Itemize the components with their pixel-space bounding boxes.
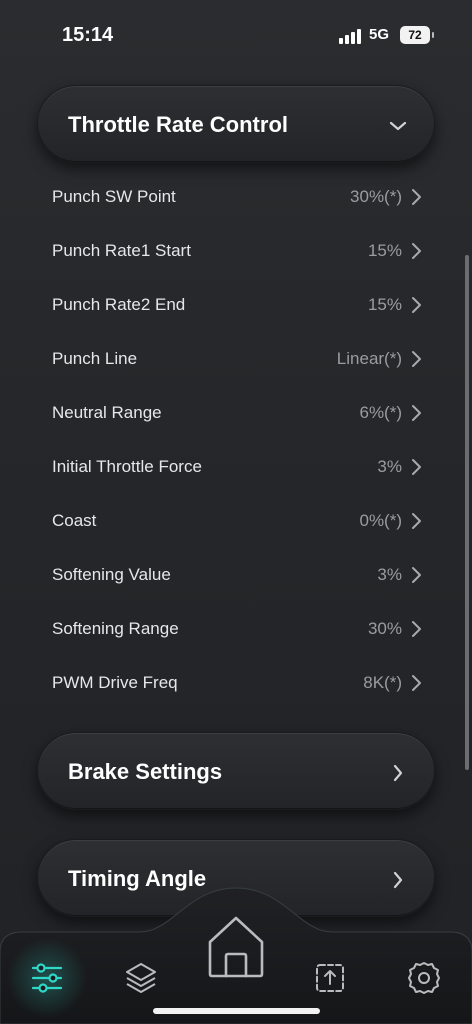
chevron-right-icon	[412, 243, 421, 259]
chevron-right-icon	[412, 513, 421, 529]
setting-value: 0%(*)	[359, 511, 402, 530]
setting-label: Neutral Range	[52, 403, 162, 422]
chevron-right-icon	[412, 459, 421, 475]
setting-label: Softening Range	[52, 619, 179, 638]
setting-value: 15%	[367, 295, 402, 314]
setting-row[interactable]: Coast 0%(*)	[0, 494, 472, 548]
brake-settings-section[interactable]: Brake Settings	[37, 732, 435, 810]
setting-row[interactable]: Softening Value 3%	[0, 548, 472, 602]
setting-value: 8K(*)	[363, 673, 402, 692]
setting-row[interactable]: Punch Line Linear(*)	[0, 332, 472, 386]
setting-label: Punch Rate1 Start	[52, 241, 191, 260]
gear-icon[interactable]	[402, 956, 446, 1000]
setting-row[interactable]: Initial Throttle Force 3%	[0, 440, 472, 494]
signal-icon	[339, 28, 363, 44]
scrollbar[interactable]	[465, 255, 469, 770]
setting-value: 3%	[377, 457, 402, 476]
chevron-right-icon	[412, 567, 421, 583]
setting-value: 3%	[377, 565, 402, 584]
section-title: Throttle Rate Control	[68, 112, 288, 137]
setting-label: Punch SW Point	[52, 187, 176, 206]
home-indicator[interactable]	[153, 1008, 320, 1014]
chevron-right-icon	[393, 764, 403, 782]
chevron-down-icon	[389, 121, 407, 131]
setting-label: PWM Drive Freq	[52, 673, 178, 692]
section-title: Brake Settings	[68, 759, 223, 784]
setting-value: 6%(*)	[359, 403, 402, 422]
setting-label: Initial Throttle Force	[52, 457, 202, 476]
setting-row[interactable]: Punch Rate1 Start 15%	[0, 224, 472, 278]
setting-row[interactable]: Punch SW Point 30%(*)	[0, 170, 472, 224]
chevron-right-icon	[412, 621, 421, 637]
setting-value: 30%(*)	[350, 187, 402, 206]
chevron-right-icon	[412, 297, 421, 313]
layers-icon[interactable]	[119, 956, 163, 1000]
battery-icon: 72	[400, 26, 434, 44]
network-type: 5G	[369, 26, 390, 43]
setting-label: Punch Line	[52, 349, 138, 368]
sliders-icon[interactable]	[25, 956, 69, 1000]
home-icon[interactable]	[206, 914, 266, 978]
setting-label: Coast	[52, 511, 97, 530]
status-bar: 15:14 5G 72	[0, 0, 472, 70]
upload-icon[interactable]	[308, 956, 352, 1000]
setting-label: Softening Value	[52, 565, 171, 584]
setting-value: 30%	[367, 619, 402, 638]
throttle-rate-control-section[interactable]: Throttle Rate Control	[37, 85, 435, 163]
chevron-right-icon	[412, 189, 421, 205]
setting-value: Linear(*)	[336, 349, 402, 368]
chevron-right-icon	[412, 351, 421, 367]
setting-row[interactable]: PWM Drive Freq 8K(*)	[0, 656, 472, 710]
setting-value: 15%	[367, 241, 402, 260]
setting-row[interactable]: Softening Range 30%	[0, 602, 472, 656]
bottom-navigation	[0, 880, 472, 1024]
setting-row[interactable]: Punch Rate2 End 15%	[0, 278, 472, 332]
status-time: 15:14	[62, 24, 114, 46]
setting-row[interactable]: Neutral Range 6%(*)	[0, 386, 472, 440]
chevron-right-icon	[412, 675, 421, 691]
setting-label: Punch Rate2 End	[52, 295, 186, 314]
chevron-right-icon	[412, 405, 421, 421]
